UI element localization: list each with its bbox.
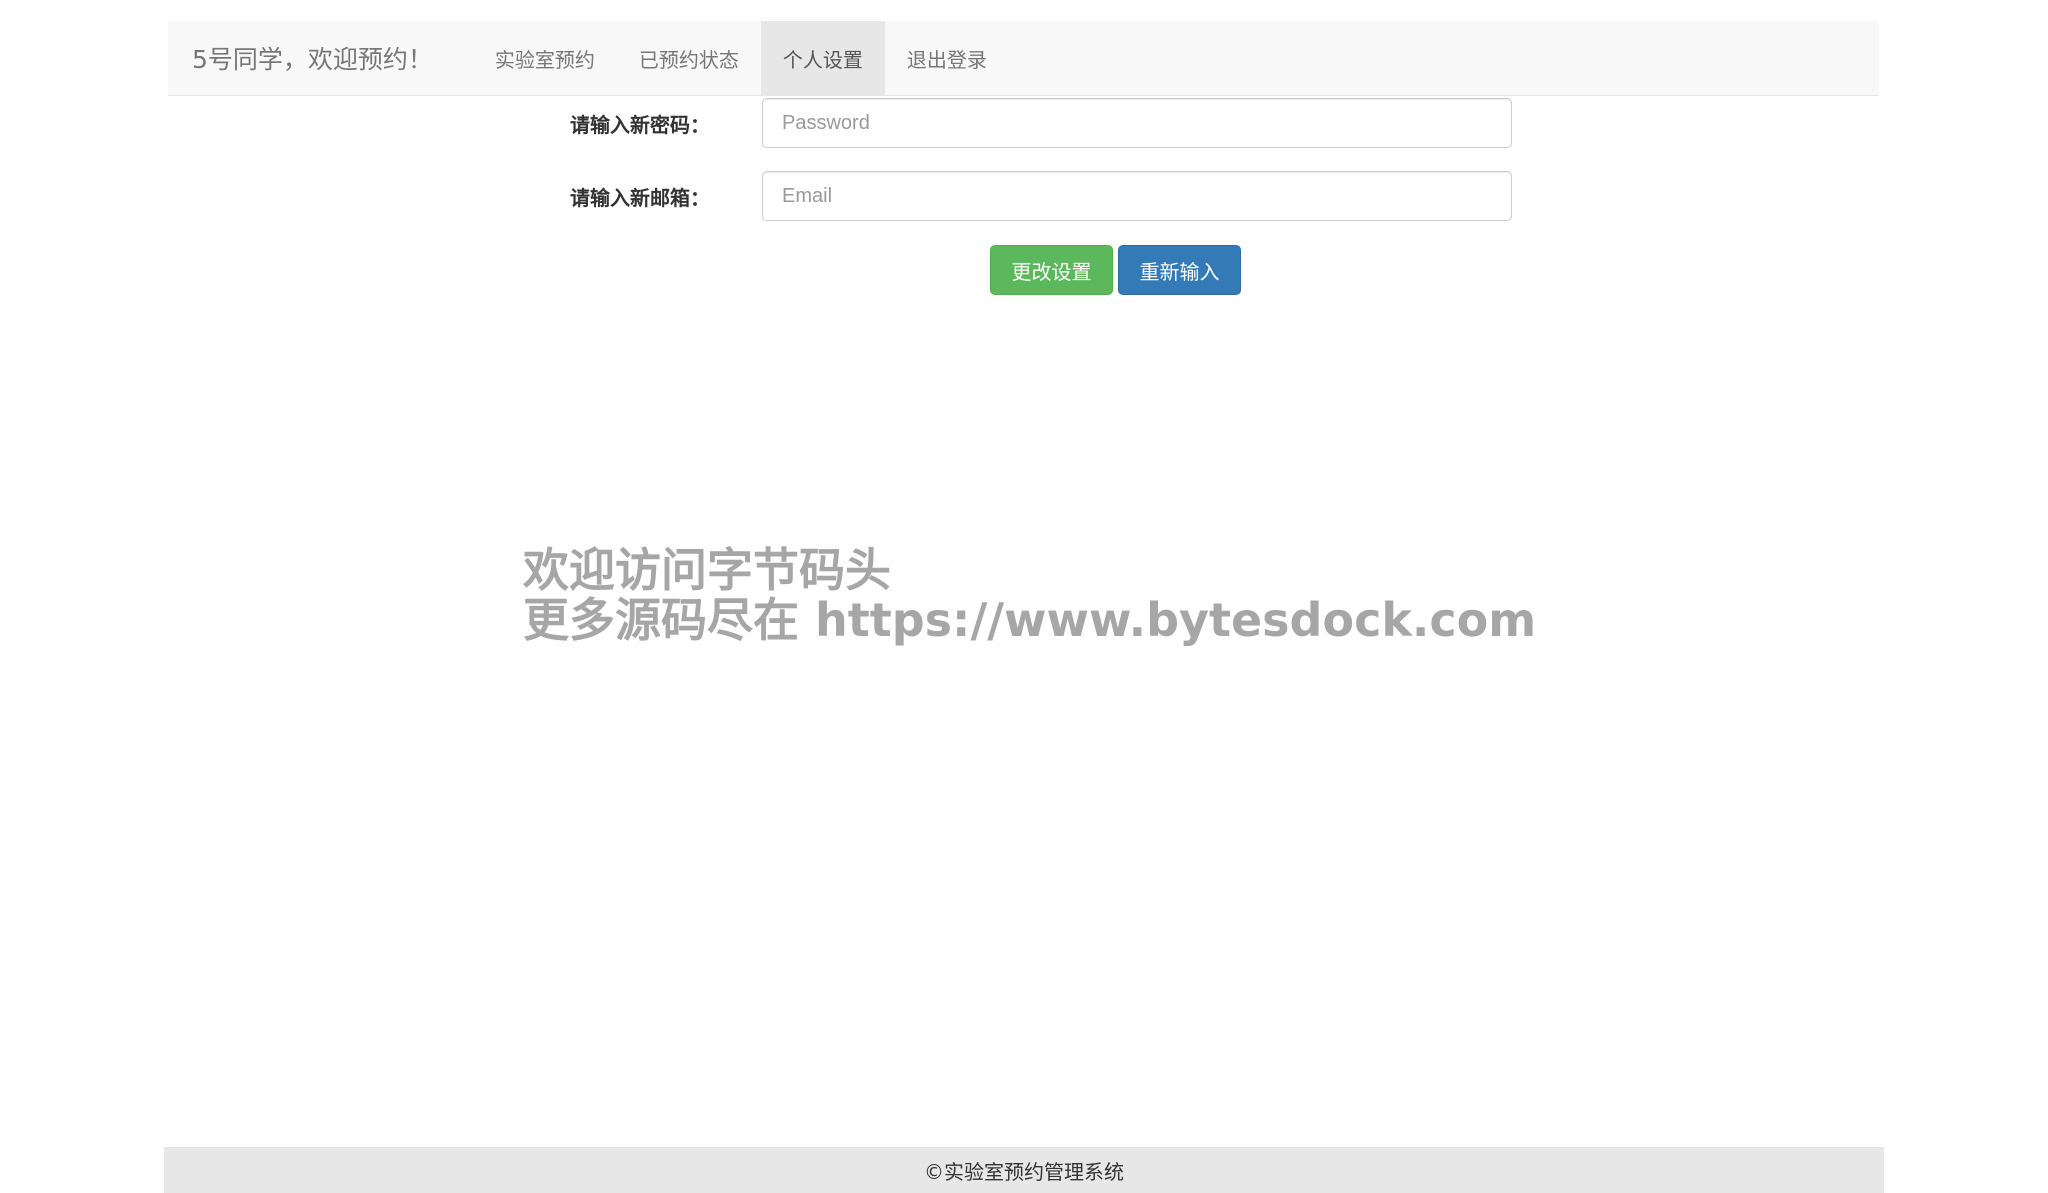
nav-item-booking-status[interactable]: 已预约状态 [617, 21, 761, 95]
password-input[interactable] [762, 98, 1512, 148]
footer-text: ©实验室预约管理系统 [924, 1159, 1124, 1184]
page: 5号同学，欢迎预约！ 实验室预约 已预约状态 个人设置 退出登录 请输入新密码：… [0, 0, 2048, 1193]
reset-button[interactable]: 重新输入 [1118, 245, 1241, 295]
nav-item-lab-booking[interactable]: 实验室预约 [473, 21, 617, 95]
email-row: 请输入新邮箱： [540, 170, 1512, 222]
navbar-brand[interactable]: 5号同学，欢迎预约！ [168, 21, 473, 95]
watermark: 欢迎访问字节码头 更多源码尽在 https://www.bytesdock.co… [523, 545, 1536, 645]
password-label: 请输入新密码： [570, 112, 710, 137]
nav-menu: 实验室预约 已预约状态 个人设置 退出登录 [473, 21, 1009, 95]
footer: ©实验室预约管理系统 [164, 1147, 1884, 1193]
nav-item-personal-settings[interactable]: 个人设置 [760, 21, 885, 95]
form-buttons: 更改设置 重新输入 [990, 245, 1241, 295]
navbar: 5号同学，欢迎预约！ 实验室预约 已预约状态 个人设置 退出登录 [168, 21, 1879, 96]
email-input[interactable] [762, 171, 1512, 221]
nav-item-logout[interactable]: 退出登录 [885, 21, 1009, 95]
submit-settings-button[interactable]: 更改设置 [990, 245, 1113, 295]
watermark-line-1: 欢迎访问字节码头 [523, 543, 891, 597]
email-label: 请输入新邮箱： [570, 185, 710, 210]
watermark-line-2: 更多源码尽在 https://www.bytesdock.com [523, 593, 1537, 647]
password-row: 请输入新密码： [540, 97, 1512, 149]
